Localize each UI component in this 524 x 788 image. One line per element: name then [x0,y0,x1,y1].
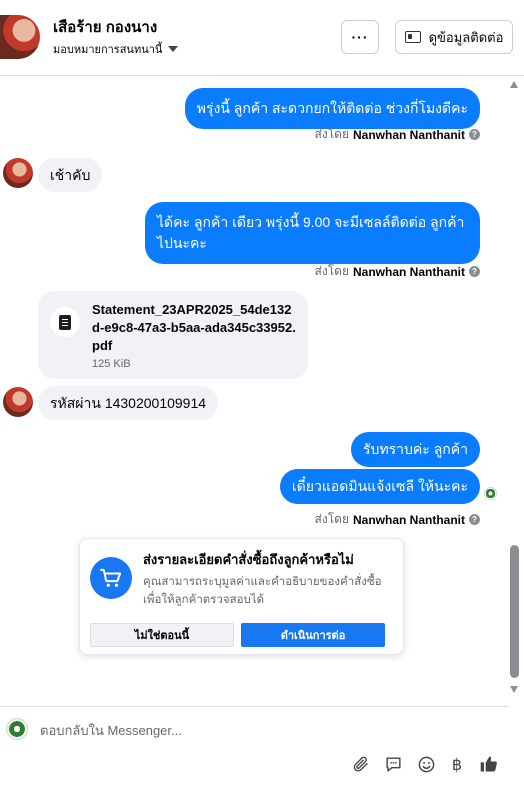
more-icon: ··· [351,29,369,45]
sent-by-prefix: ส่งโดย [314,264,349,278]
help-icon[interactable]: ? [469,266,480,277]
sent-by-prefix: ส่งโดย [314,512,349,526]
message-text-line1: ได้คะ ลูกค้า เดียว พรุ่งนี้ 9.00 จะมีเซล… [157,214,465,230]
help-icon[interactable]: ? [469,514,480,525]
not-now-button[interactable]: ไม่ใช่ตอนนี้ [90,623,234,647]
outgoing-message[interactable]: ได้คะ ลูกค้า เดียว พรุ่งนี้ 9.00 จะมีเซล… [145,202,480,264]
view-contact-label: ดูข้อมูลติดต่อ [428,29,504,45]
more-options-button[interactable]: ··· [341,20,379,54]
page-avatar [6,718,28,740]
continue-button[interactable]: ดำเนินการต่อ [241,623,385,647]
file-attachment[interactable]: Statement_23APR2025_54de132d-e9c8-47a3-b… [38,291,308,379]
cart-icon [90,557,132,599]
message-text: รับทราบค่ะ ลูกค้า [363,441,468,457]
sent-by-label: ส่งโดย Nanwhan Nanthanit ? [315,125,480,144]
contact-avatar[interactable] [0,15,40,59]
contact-avatar-small[interactable] [3,387,33,417]
outgoing-message[interactable]: พรุ่งนี้ ลูกค้า สะดวกยกให้ติดต่อ ช่วงกี่… [184,88,480,129]
contact-card-icon [404,31,421,43]
message-text: รหัสผ่าน 1430200109914 [50,395,207,411]
sent-by-label: ส่งโดย Nanwhan Nanthanit ? [315,510,480,529]
sent-by-name: Nanwhan Nanthanit [352,512,465,527]
saved-reply-icon[interactable] [382,753,404,775]
message-text: เดี๋ยวแอดมินแจ้งเซลี ให้นะคะ [291,478,468,494]
prompt-description: คุณสามารถระบุมูลค่าและคำอธิบายของคำสั่งซ… [143,576,382,606]
message-text-line2: ไปนะคะ [157,235,207,251]
order-details-prompt: ส่งรายละเอียดคำสั่งซื้อถึงลูกค้าหรือไม่ … [79,538,404,655]
currency-icon[interactable]: ฿ [446,753,468,775]
help-icon[interactable]: ? [469,129,480,140]
conversation-header: เสือร้าย กองนาง มอบหมายการสนทนานี้ ··· ด… [0,0,524,76]
attach-icon[interactable] [350,753,372,775]
file-name: Statement_23APR2025_54de132d-e9c8-47a3-b… [92,302,296,353]
like-icon[interactable] [478,753,500,775]
sent-by-name: Nanwhan Nanthanit [352,127,465,142]
message-composer: ฿ [0,706,508,788]
file-size: 125 KiB [92,358,131,370]
scroll-up-arrow[interactable] [510,81,518,88]
message-text: เช้าคับ [50,167,91,183]
outgoing-message[interactable]: เดี๋ยวแอดมินแจ้งเซลี ให้นะคะ [279,469,480,504]
message-text: พรุ่งนี้ ลูกค้า สะดวกยกให้ติดต่อ ช่วงกี่… [196,100,468,116]
scrollbar-thumb[interactable] [510,545,519,678]
view-contact-button[interactable]: ดูข้อมูลติดต่อ [395,20,513,54]
document-icon [50,307,80,337]
sent-by-prefix: ส่งโดย [314,127,349,141]
chevron-down-icon [168,46,179,52]
contact-name[interactable]: เสือร้าย กองนาง [53,15,157,39]
assign-label: มอบหมายการสนทนานี้ [53,44,163,56]
scroll-down-arrow[interactable] [510,686,518,693]
assign-conversation-dropdown[interactable]: มอบหมายการสนทนานี้ [53,40,179,58]
emoji-icon[interactable] [415,753,437,775]
incoming-message[interactable]: เช้าคับ [38,158,103,192]
outgoing-message[interactable]: รับทราบค่ะ ลูกค้า [351,432,480,467]
prompt-title: ส่งรายละเอียดคำสั่งซื้อถึงลูกค้าหรือไม่ [143,552,354,567]
contact-avatar-small[interactable] [3,158,33,188]
sent-by-label: ส่งโดย Nanwhan Nanthanit ? [315,262,480,281]
incoming-message[interactable]: รหัสผ่าน 1430200109914 [38,386,219,420]
reply-input[interactable] [40,719,490,741]
seen-indicator-avatar [484,487,497,500]
sent-by-name: Nanwhan Nanthanit [352,264,465,279]
